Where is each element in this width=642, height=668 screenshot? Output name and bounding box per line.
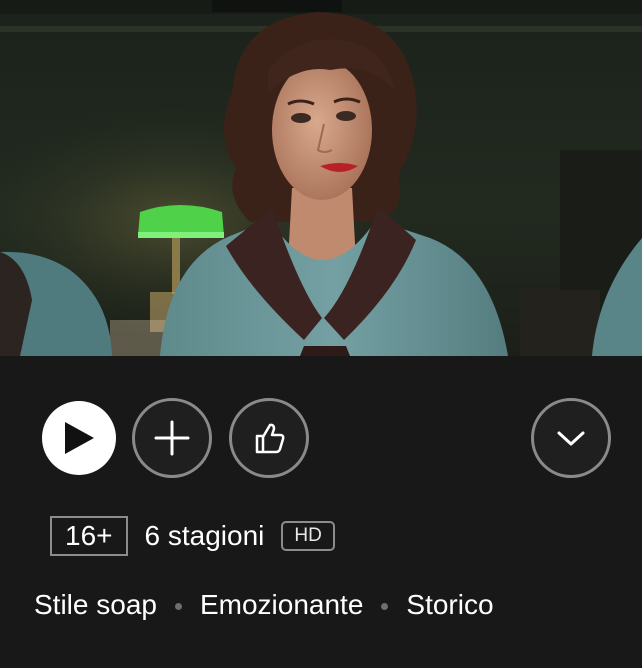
title-preview-card: 16+ 6 stagioni HD Stile soap Emozionante… [0,0,642,668]
tag-item: Storico [406,589,494,620]
hero-image[interactable] [0,0,642,356]
maturity-rating-badge: 16+ [50,516,128,556]
hd-badge: HD [281,521,335,551]
tag-item: Emozionante [199,589,364,620]
thumbs-up-icon [251,420,287,456]
tag-item: Stile soap [34,589,157,620]
separator-dot [174,602,182,610]
plus-icon [154,420,190,456]
rate-button[interactable] [229,398,309,478]
genre-tags: Stile soap Emozionante Storico [34,589,494,621]
chevron-down-icon [556,429,586,447]
play-icon [62,420,96,456]
play-button[interactable] [42,401,116,475]
metadata-row: 16+ 6 stagioni HD [50,516,335,556]
separator-dot [381,602,389,610]
controls-panel: 16+ 6 stagioni HD Stile soap Emozionante… [0,356,642,668]
seasons-count: 6 stagioni [144,520,265,551]
add-to-list-button[interactable] [132,398,212,478]
more-info-button[interactable] [531,398,611,478]
